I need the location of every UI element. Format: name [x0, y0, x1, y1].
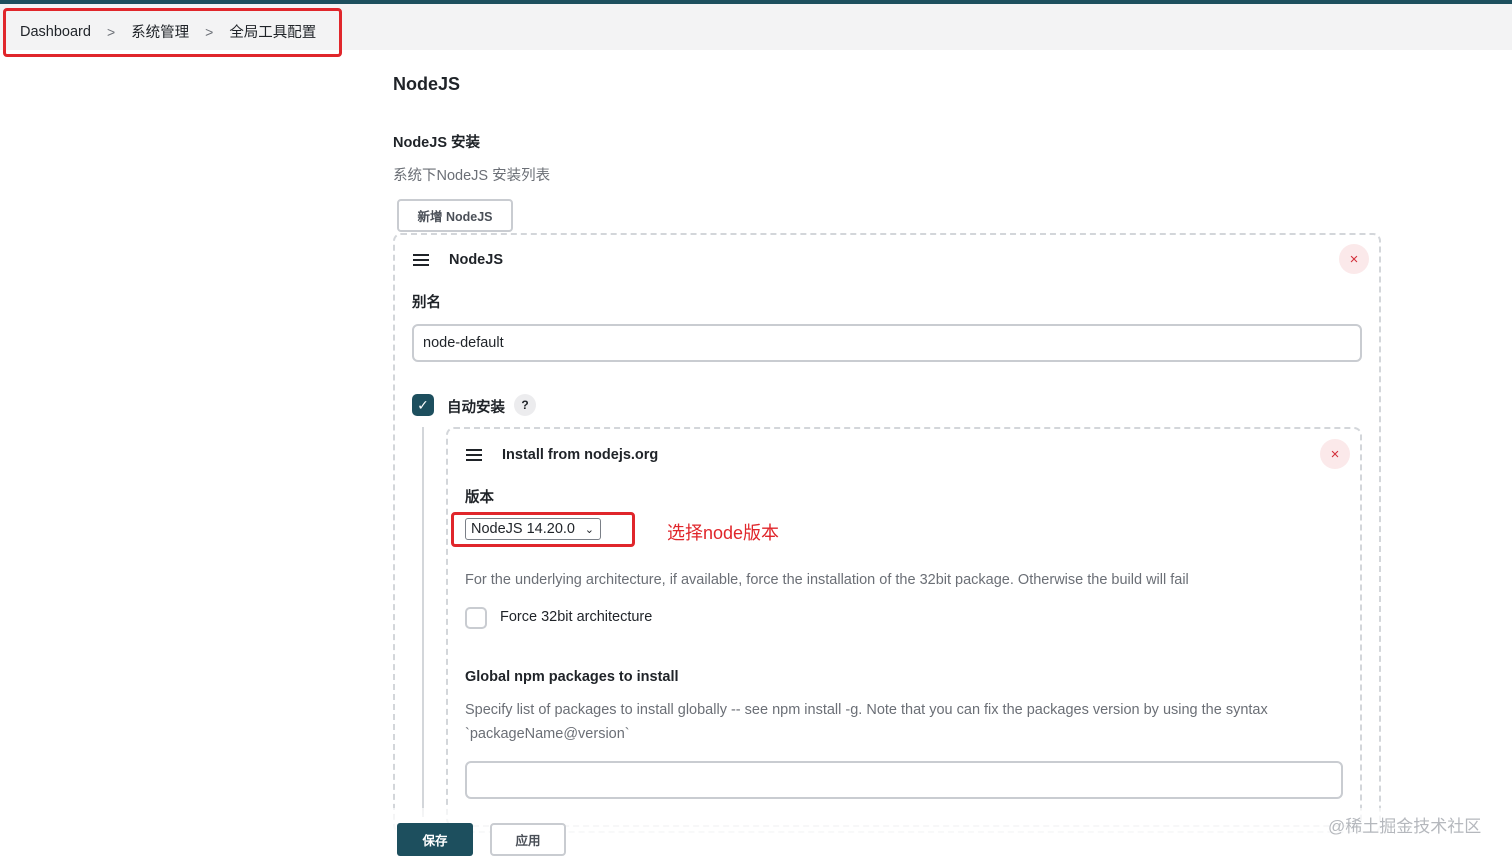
install-title: NodeJS 安装 — [393, 135, 481, 151]
drag-handle-icon[interactable] — [466, 449, 482, 461]
arch-help-text: For the underlying architecture, if avai… — [465, 572, 1189, 588]
npm-help-line1: Specify list of packages to install glob… — [465, 702, 1268, 718]
help-icon[interactable]: ? — [514, 394, 536, 416]
nodejs-card-title: NodeJS — [449, 252, 503, 268]
auto-install-label: 自动安装 — [447, 400, 505, 416]
npm-help-line2: `packageName@version` — [465, 726, 630, 742]
close-icon[interactable]: × — [1320, 439, 1350, 469]
alias-input[interactable] — [412, 324, 1362, 362]
add-nodejs-button[interactable]: 新增 NodeJS — [397, 199, 513, 232]
apply-button[interactable]: 应用 — [490, 823, 566, 856]
drag-handle-icon[interactable] — [413, 254, 429, 266]
installer-card-title: Install from nodejs.org — [502, 447, 659, 463]
watermark: @稀土掘金技术社区 — [1328, 817, 1482, 836]
npm-packages-input[interactable] — [465, 761, 1343, 799]
checkmark-icon: ✓ — [417, 396, 429, 413]
breadcrumb-highlight-box — [3, 8, 342, 57]
save-button[interactable]: 保存 — [397, 823, 473, 856]
auto-install-checkbox[interactable]: ✓ — [412, 394, 434, 416]
version-label: 版本 — [465, 490, 494, 506]
npm-packages-label: Global npm packages to install — [465, 669, 679, 685]
close-icon[interactable]: × — [1339, 244, 1369, 274]
version-annotation: 选择node版本 — [667, 523, 780, 543]
nested-indent-line — [422, 427, 424, 817]
install-description: 系统下NodeJS 安装列表 — [393, 168, 551, 184]
nodejs-card-header: NodeJS — [413, 252, 503, 268]
installer-card-header: Install from nodejs.org — [466, 447, 658, 463]
version-highlight-box — [451, 512, 635, 547]
section-title: NodeJS — [393, 74, 461, 94]
alias-label: 别名 — [412, 295, 441, 311]
force32-checkbox[interactable] — [465, 607, 487, 629]
force32-label: Force 32bit architecture — [500, 609, 653, 625]
